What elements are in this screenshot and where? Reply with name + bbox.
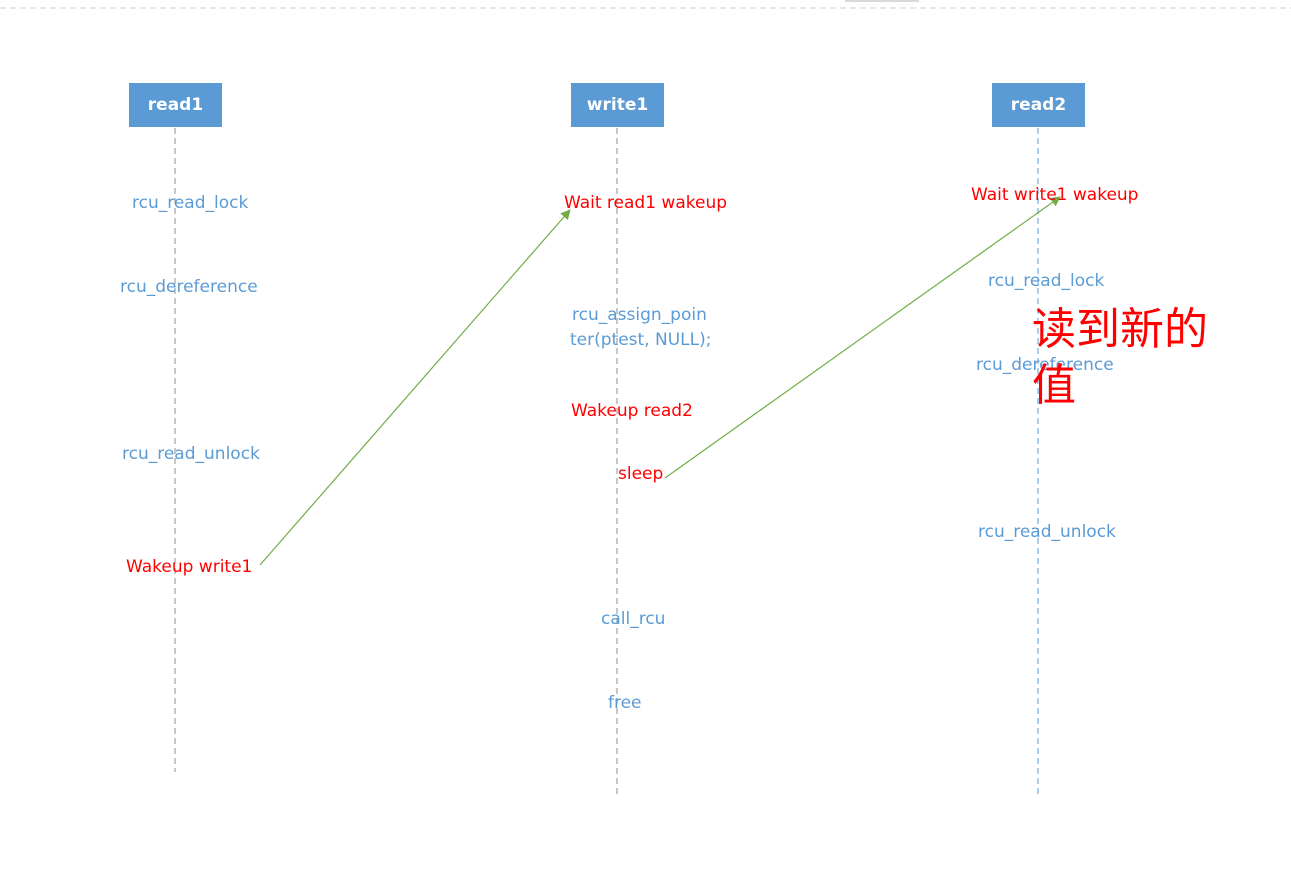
write1-note: Wait read1 wakeup	[564, 193, 728, 213]
actor-write1: write1	[571, 83, 664, 127]
write1-step: ter(ptest, NULL);	[570, 330, 712, 350]
actor-read2: read2	[992, 83, 1085, 127]
read2-step: rcu_read_lock	[988, 271, 1105, 291]
read1-step: rcu_dereference	[120, 277, 258, 297]
write1-step: rcu_assign_poin	[572, 305, 707, 325]
write1-note: Wakeup read2	[571, 401, 693, 421]
read2-note: Wait write1 wakeup	[971, 185, 1139, 205]
read1-step: rcu_read_unlock	[122, 444, 260, 464]
actor-read1: read1	[129, 83, 222, 127]
write1-step: call_rcu	[601, 609, 666, 629]
diagram-lines	[0, 0, 1291, 796]
sequence-diagram: read1 write1 read2 rcu_read_lock rcu_der…	[0, 0, 1291, 871]
arrow-write1-to-read2	[664, 196, 1061, 479]
arrow-read1-to-write1	[259, 209, 571, 566]
read1-step: rcu_read_lock	[132, 193, 249, 213]
read2-annotation: 读到新的值	[1032, 304, 1208, 411]
write1-step: free	[608, 693, 642, 713]
write1-note: sleep	[618, 464, 664, 484]
read2-step: rcu_read_unlock	[978, 522, 1116, 542]
read1-note: Wakeup write1	[126, 557, 253, 577]
scroll-indicator	[845, 0, 919, 2]
